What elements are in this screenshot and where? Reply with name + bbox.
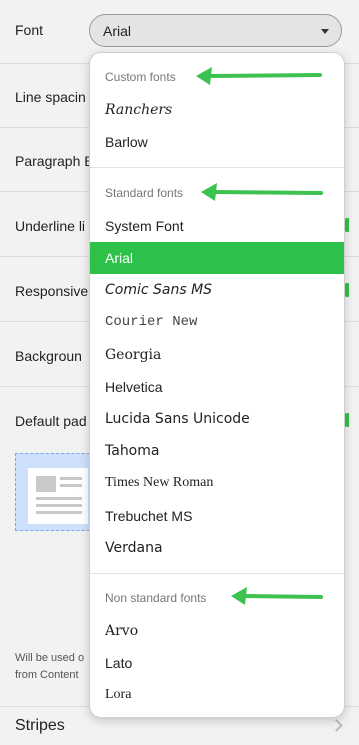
custom-fonts-label: Custom fonts — [105, 70, 176, 84]
layout-thumbnail[interactable] — [15, 453, 95, 531]
font-option-label: Arial — [105, 250, 134, 266]
responsive-label: Responsive — [15, 283, 89, 299]
helper-text: Will be used o from Content — [15, 650, 84, 684]
background-label: Backgroun — [15, 348, 82, 364]
font-dropdown-menu[interactable]: Custom fonts Ranchers Barlow Standard fo… — [89, 52, 345, 718]
annotation-arrow-non-standard — [231, 587, 323, 605]
font-option-times-new-roman[interactable]: Times New Roman — [90, 467, 344, 499]
group-separator — [90, 167, 344, 168]
annotation-arrow-standard — [201, 183, 323, 201]
font-option-arial[interactable]: Arial — [90, 242, 344, 274]
image-placeholder-icon — [28, 468, 88, 524]
thumbnail-line — [60, 484, 82, 487]
chevron-right-icon — [330, 719, 343, 732]
line-spacing-label: Line spacin — [15, 89, 86, 105]
annotation-arrow-custom — [196, 67, 322, 85]
default-padding-label: Default pad — [15, 413, 87, 429]
font-select-value: Arial — [103, 23, 132, 39]
font-option-helvetica[interactable]: Helvetica — [90, 371, 344, 403]
group-separator — [90, 573, 344, 574]
font-option-verdana[interactable]: Verdana — [90, 532, 344, 564]
font-option-barlow[interactable]: Barlow — [90, 126, 344, 158]
font-option-lora[interactable]: Lora — [90, 679, 344, 711]
font-option-georgia[interactable]: Georgia — [90, 339, 344, 371]
font-option-label: System Font — [105, 218, 184, 234]
helper-text-line2: from Content — [15, 669, 79, 681]
font-option-lato[interactable]: Lato — [90, 647, 344, 679]
font-option-label: Georgia — [105, 347, 162, 363]
underline-label: Underline li — [15, 218, 86, 234]
font-option-label: Courier New — [105, 314, 198, 330]
font-label: Font — [15, 22, 44, 38]
font-option-label: Tahoma — [105, 443, 160, 459]
font-option-label: Verdana — [105, 540, 163, 556]
thumbnail-image — [36, 476, 56, 492]
font-option-label: Comic Sans MS — [105, 282, 213, 298]
standard-fonts-label: Standard fonts — [105, 186, 184, 200]
font-option-label: Arvo — [105, 623, 139, 639]
font-option-tahoma[interactable]: Tahoma — [90, 435, 344, 467]
font-option-label: Barlow — [105, 134, 148, 150]
thumbnail-line — [36, 511, 82, 514]
font-option-label: Lora — [105, 687, 132, 702]
font-option-comic-sans[interactable]: Comic Sans MS — [90, 274, 344, 306]
font-option-ranchers[interactable]: Ranchers — [90, 94, 344, 126]
font-option-label: Helvetica — [105, 379, 163, 395]
font-select[interactable]: Arial — [89, 14, 342, 47]
font-option-courier-new[interactable]: Courier New — [90, 306, 344, 338]
caret-down-icon — [321, 29, 329, 34]
font-option-system-font[interactable]: System Font — [90, 210, 344, 242]
font-option-lucida-sans-unicode[interactable]: Lucida Sans Unicode — [90, 403, 344, 435]
helper-text-line1: Will be used o — [15, 652, 85, 664]
thumbnail-line — [36, 504, 82, 507]
font-option-label: Trebuchet MS — [105, 508, 193, 524]
thumbnail-line — [36, 497, 82, 500]
non-standard-fonts-label: Non standard fonts — [105, 591, 207, 605]
font-option-arvo[interactable]: Arvo — [90, 615, 344, 647]
thumbnail-line — [60, 477, 82, 480]
stripes-label: Stripes — [15, 717, 65, 734]
font-option-trebuchet-ms[interactable]: Trebuchet MS — [90, 500, 344, 532]
paragraph-label: Paragraph B — [15, 153, 94, 169]
font-option-label: Times New Roman — [105, 475, 214, 490]
font-option-label: Lucida Sans Unicode — [105, 411, 250, 427]
font-option-label: Lato — [105, 655, 133, 671]
font-option-label: Ranchers — [105, 102, 173, 118]
